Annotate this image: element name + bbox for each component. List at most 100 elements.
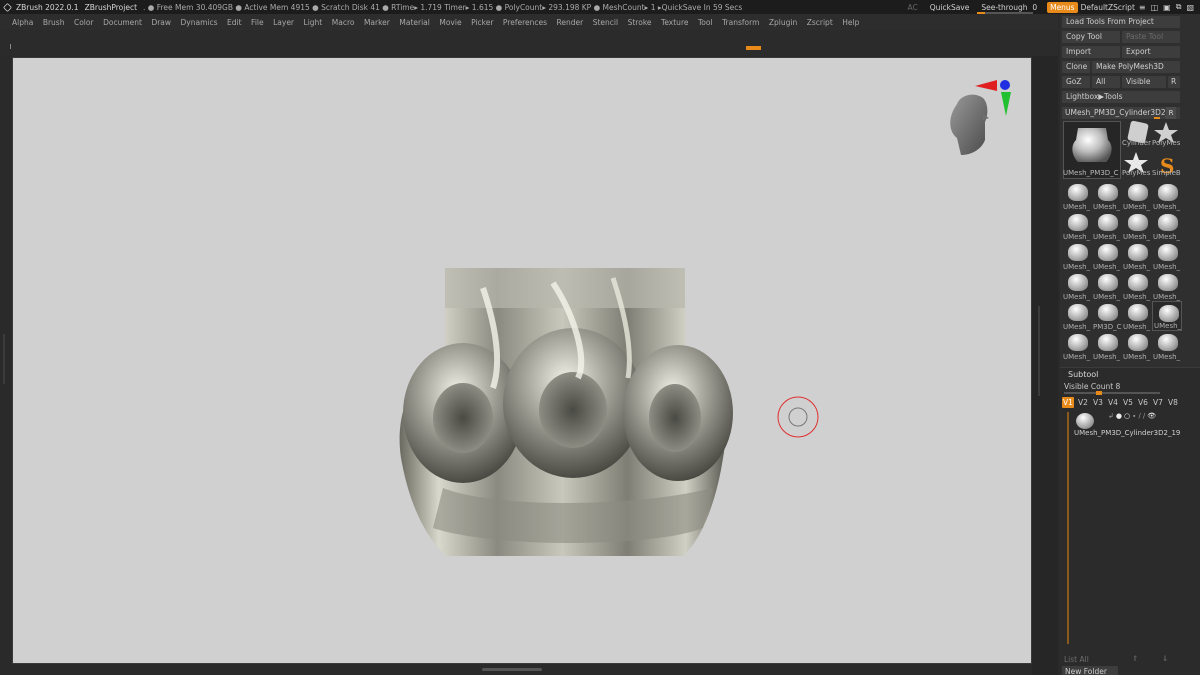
right-tray-grip[interactable] [1038, 306, 1040, 396]
tab-v5[interactable]: V5 [1122, 397, 1134, 408]
tool-thumb[interactable]: UMesh_ [1062, 271, 1092, 301]
tab-v6[interactable]: V6 [1137, 397, 1149, 408]
menu-zscript[interactable]: Zscript [807, 18, 833, 27]
left-tray-grip[interactable] [3, 334, 5, 384]
minimize-icon[interactable]: ▣ [1163, 3, 1171, 12]
list-icon[interactable]: ≡ [1139, 3, 1146, 12]
goz-all-button[interactable]: All [1092, 76, 1120, 88]
tool-thumb[interactable]: UMesh_ [1062, 301, 1092, 331]
tab-v4[interactable]: V4 [1107, 397, 1119, 408]
orientation-head-icon[interactable] [950, 94, 989, 155]
menu-zplugin[interactable]: Zplugin [769, 18, 797, 27]
tool-thumb[interactable]: UMesh_ [1122, 331, 1152, 361]
import-button[interactable]: Import [1062, 46, 1120, 58]
current-tool-slider-handle[interactable] [1154, 117, 1160, 119]
tab-v1[interactable]: V1 [1062, 397, 1074, 408]
load-tools-from-project-button[interactable]: Load Tools From Project [1062, 16, 1180, 28]
default-zscript-button[interactable]: DefaultZScript [1081, 3, 1135, 12]
side-tool-label-polymesh-2[interactable]: PolyMes [1122, 169, 1152, 177]
tool-r-button[interactable]: R [1166, 107, 1176, 119]
menu-help[interactable]: Help [842, 18, 859, 27]
tool-thumb[interactable]: UMesh_ [1092, 241, 1122, 271]
tab-v7[interactable]: V7 [1152, 397, 1164, 408]
bottom-tray-grip[interactable] [482, 668, 542, 671]
tool-thumb[interactable]: UMesh_ [1092, 211, 1122, 241]
tool-thumb[interactable]: UMesh_ [1122, 301, 1152, 331]
menu-movie[interactable]: Movie [439, 18, 461, 27]
menu-document[interactable]: Document [103, 18, 142, 27]
subtool-item[interactable]: ↲●○∙∕∕👁 UMesh_PM3D_Cylinder3D2_19 [1064, 412, 1182, 438]
lightbox-tools-button[interactable]: Lightbox▶Tools [1062, 91, 1180, 103]
tool-thumb[interactable]: UMesh_ [1092, 271, 1122, 301]
move-down-icon[interactable]: ⇓ [1162, 654, 1168, 663]
clone-button[interactable]: Clone [1062, 61, 1090, 73]
menu-file[interactable]: File [251, 18, 264, 27]
current-tool-slider[interactable]: UMesh_PM3D_Cylinder3D2_1 [1062, 107, 1180, 119]
tool-thumb[interactable]: UMesh_ [1152, 241, 1182, 271]
menu-brush[interactable]: Brush [43, 18, 65, 27]
tool-thumb[interactable]: UMesh_ [1152, 271, 1182, 301]
visible-count-handle[interactable] [1096, 391, 1102, 395]
tool-thumb[interactable]: UMesh_ [1062, 241, 1092, 271]
visible-count-slider[interactable] [1064, 391, 1160, 395]
menu-texture[interactable]: Texture [661, 18, 688, 27]
close-icon[interactable]: ▧ [1186, 3, 1194, 12]
menu-marker[interactable]: Marker [364, 18, 390, 27]
menu-light[interactable]: Light [304, 18, 323, 27]
menu-edit[interactable]: Edit [227, 18, 242, 27]
tool-thumb-selected[interactable]: UMesh_ [1152, 301, 1182, 331]
tool-thumb[interactable]: UMesh_ [1092, 181, 1122, 211]
export-button[interactable]: Export [1122, 46, 1180, 58]
tab-v3[interactable]: V3 [1092, 397, 1104, 408]
document-canvas[interactable] [12, 57, 1032, 664]
copy-tool-button[interactable]: Copy Tool [1062, 31, 1120, 43]
tool-thumb[interactable]: UMesh_ [1062, 181, 1092, 211]
tab-v2[interactable]: V2 [1077, 397, 1089, 408]
menu-dynamics[interactable]: Dynamics [181, 18, 218, 27]
tool-thumb[interactable]: UMesh_ [1092, 331, 1122, 361]
menu-stencil[interactable]: Stencil [593, 18, 618, 27]
subtool-title[interactable]: Subtool [1068, 370, 1098, 379]
menus-button[interactable]: Menus [1047, 1, 1078, 13]
menu-draw[interactable]: Draw [151, 18, 171, 27]
menu-picker[interactable]: Picker [471, 18, 493, 27]
tool-thumb[interactable]: UMesh_ [1152, 181, 1182, 211]
see-through-slider[interactable]: See-through 0 [977, 3, 1037, 14]
menu-render[interactable]: Render [557, 18, 584, 27]
tool-thumb[interactable]: UMesh_ [1062, 331, 1092, 361]
ui-layout-icon[interactable]: ◫ [1151, 3, 1159, 12]
tool-thumb[interactable]: UMesh_ [1152, 331, 1182, 361]
shelf-handle[interactable] [746, 46, 761, 50]
tool-thumb[interactable]: UMesh_ [1062, 211, 1092, 241]
menu-preferences[interactable]: Preferences [503, 18, 547, 27]
tool-thumb[interactable]: UMesh_ [1122, 211, 1152, 241]
quicksave-button[interactable]: QuickSave [930, 3, 970, 12]
side-tool-label-polymesh[interactable]: PolyMes [1152, 139, 1180, 147]
ac-indicator[interactable]: AC [907, 3, 917, 12]
paste-tool-button[interactable]: Paste Tool [1122, 31, 1180, 43]
list-all-button[interactable]: List All [1064, 655, 1089, 664]
goz-button[interactable]: GoZ [1062, 76, 1090, 88]
menu-stroke[interactable]: Stroke [628, 18, 652, 27]
menu-macro[interactable]: Macro [332, 18, 355, 27]
menu-material[interactable]: Material [399, 18, 429, 27]
make-polymesh3d-button[interactable]: Make PolyMesh3D [1092, 61, 1180, 73]
menu-transform[interactable]: Transform [722, 18, 759, 27]
tool-thumb[interactable]: UMesh_ [1122, 241, 1152, 271]
new-folder-button[interactable]: New Folder [1062, 666, 1118, 675]
tab-v8[interactable]: V8 [1167, 397, 1179, 408]
menu-color[interactable]: Color [74, 18, 94, 27]
side-tool-label-cylinder[interactable]: Cylinder [1122, 139, 1152, 147]
move-up-icon[interactable]: ⇑ [1132, 654, 1138, 663]
menu-layer[interactable]: Layer [273, 18, 294, 27]
menu-tool[interactable]: Tool [698, 18, 713, 27]
side-tool-label-simplebrush[interactable]: SimpleB [1152, 169, 1182, 177]
goz-visible-button[interactable]: Visible [1122, 76, 1166, 88]
restore-icon[interactable]: ⧉ [1176, 2, 1182, 12]
subtool-item-controls[interactable]: ↲●○∙∕∕👁 [1108, 412, 1158, 420]
menu-alpha[interactable]: Alpha [12, 18, 33, 27]
sculpt-mesh[interactable] [399, 268, 733, 556]
goz-r-button[interactable]: R [1168, 76, 1180, 88]
subtool-list-scrollbar[interactable] [1067, 412, 1069, 644]
tool-thumb[interactable]: UMesh_ [1122, 271, 1152, 301]
